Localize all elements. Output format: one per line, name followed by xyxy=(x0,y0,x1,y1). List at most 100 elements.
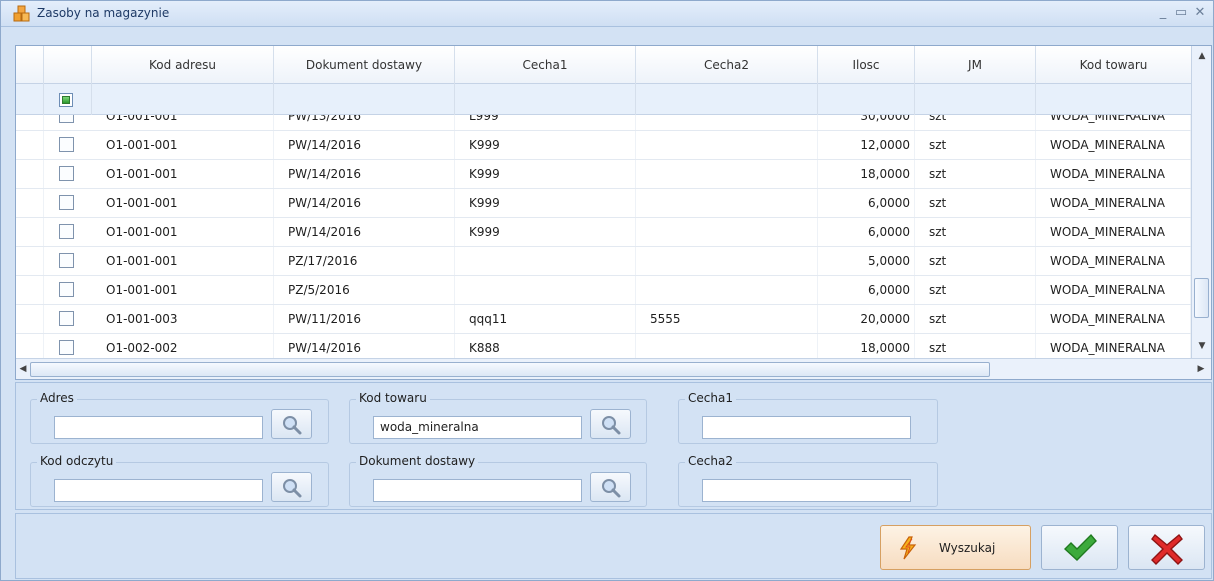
kod-towaru-search-button[interactable] xyxy=(590,409,631,439)
table-row[interactable]: O1-001-001 PZ/5/2016 6,0000 szt WODA_MINERAL… xyxy=(16,276,1191,305)
kod-odczytu-label: Kod odczytu xyxy=(37,454,117,468)
scroll-right-arrow-icon[interactable]: ▶ xyxy=(1194,361,1208,377)
filter-cell-ilosc[interactable] xyxy=(818,84,915,115)
column-header-cecha2[interactable]: Cecha2 xyxy=(636,46,818,84)
column-header-cecha1[interactable]: Cecha1 xyxy=(455,46,636,84)
cell-dokument: PW/14/2016 xyxy=(274,218,455,246)
window-title: Zasoby na magazynie xyxy=(37,6,170,20)
filter-cell-jm[interactable] xyxy=(915,84,1036,115)
cell-dokument: PZ/17/2016 xyxy=(274,247,455,275)
grid-header: Kod adresu Dokument dostawy Cecha1 Cecha… xyxy=(16,46,1191,84)
close-button[interactable]: ✕ xyxy=(1192,5,1208,21)
table-row[interactable]: O1-001-001 PW/14/2016 K999 6,0000 szt WODA_MI… xyxy=(16,189,1191,218)
cancel-button[interactable] xyxy=(1128,525,1205,570)
cell-kod-adresu: O1-001-001 xyxy=(92,131,274,159)
cecha2-input[interactable] xyxy=(702,479,911,502)
filter-cell-kod-towaru[interactable] xyxy=(1036,84,1191,115)
cell-jm: szt xyxy=(915,160,1036,188)
table-row[interactable]: O1-001-001 PZ/17/2016 5,0000 szt WODA_MINERA… xyxy=(16,247,1191,276)
dokument-dostawy-search-button[interactable] xyxy=(590,472,631,502)
row-indicator[interactable] xyxy=(16,334,44,358)
adres-input[interactable] xyxy=(54,416,263,439)
cecha2-label: Cecha2 xyxy=(685,454,736,468)
column-header-kod-towaru[interactable]: Kod towaru xyxy=(1036,46,1191,84)
cell-jm: szt xyxy=(915,334,1036,358)
column-header-kod-adresu[interactable]: Kod adresu xyxy=(92,46,274,84)
row-checkbox[interactable] xyxy=(59,137,74,152)
row-checkbox[interactable] xyxy=(59,340,74,355)
dialog-window: Zasoby na magazynie _ ▭ ✕ Kod adresu Dok… xyxy=(0,0,1214,581)
cell-cecha2 xyxy=(636,334,818,358)
row-indicator-header xyxy=(16,46,44,84)
cell-cecha1: qqq11 xyxy=(455,305,636,333)
row-checkbox[interactable] xyxy=(59,282,74,297)
kod-odczytu-input[interactable] xyxy=(54,479,263,502)
row-indicator[interactable] xyxy=(16,115,44,130)
row-checkbox[interactable] xyxy=(59,115,74,123)
row-indicator[interactable] xyxy=(16,218,44,246)
minimize-button[interactable]: _ xyxy=(1155,5,1171,21)
cell-dokument: PZ/5/2016 xyxy=(274,276,455,304)
row-checkbox[interactable] xyxy=(59,166,74,181)
magnifier-icon xyxy=(283,416,302,435)
row-checkbox[interactable] xyxy=(59,195,74,210)
column-header-ilosc[interactable]: Ilosc xyxy=(818,46,915,84)
cell-cecha2: 5555 xyxy=(636,305,818,333)
scroll-up-arrow-icon[interactable]: ▲ xyxy=(1192,48,1211,64)
table-row[interactable]: O1-001-001 PW/14/2016 K999 12,0000 szt WODA_M… xyxy=(16,131,1191,160)
wyszukaj-button[interactable]: Wyszukaj xyxy=(880,525,1031,570)
row-indicator[interactable] xyxy=(16,305,44,333)
adres-search-button[interactable] xyxy=(271,409,312,439)
row-checkbox[interactable] xyxy=(59,311,74,326)
cell-ilosc: 20,0000 xyxy=(818,305,915,333)
adres-label: Adres xyxy=(37,391,77,405)
cell-ilosc: 18,0000 xyxy=(818,334,915,358)
row-indicator[interactable] xyxy=(16,276,44,304)
filter-cell-checkbox xyxy=(44,84,92,115)
horizontal-scroll-thumb[interactable] xyxy=(30,362,990,377)
boxes-icon xyxy=(13,5,30,22)
cell-kod-towaru: WODA_MINERALNA xyxy=(1036,276,1191,304)
table-row[interactable]: O1-001-003 PW/11/2016 qqq11 5555 20,0000 szt W… xyxy=(16,305,1191,334)
row-indicator[interactable] xyxy=(16,247,44,275)
magnifier-icon xyxy=(602,479,621,498)
kod-towaru-input[interactable]: woda_mineralna xyxy=(373,416,582,439)
cell-dokument: PW/13/2016 xyxy=(274,115,455,130)
column-header-dokument-dostawy[interactable]: Dokument dostawy xyxy=(274,46,455,84)
table-row[interactable]: O1-001-001 PW/14/2016 K999 6,0000 szt WODA_MI… xyxy=(16,218,1191,247)
filter-cell-cecha1[interactable] xyxy=(455,84,636,115)
table-row[interactable]: O1-001-001 PW/13/2016 L999 30,0000 szt WODA_M… xyxy=(16,115,1191,131)
cell-cecha2 xyxy=(636,160,818,188)
kod-odczytu-search-button[interactable] xyxy=(271,472,312,502)
cell-jm: szt xyxy=(915,276,1036,304)
filter-cell-dokument[interactable] xyxy=(274,84,455,115)
cell-kod-towaru: WODA_MINERALNA xyxy=(1036,334,1191,358)
table-row[interactable]: O1-001-001 PW/14/2016 K999 18,0000 szt WODA_M… xyxy=(16,160,1191,189)
table-row[interactable]: O1-002-002 PW/14/2016 K888 18,0000 szt WODA_M… xyxy=(16,334,1191,358)
row-checkbox[interactable] xyxy=(59,253,74,268)
vertical-scroll-thumb[interactable] xyxy=(1194,278,1209,318)
scroll-down-arrow-icon[interactable]: ▼ xyxy=(1192,338,1211,354)
dokument-dostawy-input[interactable] xyxy=(373,479,582,502)
column-header-jm[interactable]: JM xyxy=(915,46,1036,84)
filter-row-indicator xyxy=(16,84,44,115)
checkmark-icon xyxy=(1063,533,1097,561)
cell-cecha2 xyxy=(636,247,818,275)
row-indicator[interactable] xyxy=(16,160,44,188)
filter-cell-cecha2[interactable] xyxy=(636,84,818,115)
cell-cecha2 xyxy=(636,131,818,159)
row-checkbox[interactable] xyxy=(59,224,74,239)
filter-cell-kod-adresu[interactable] xyxy=(92,84,274,115)
horizontal-scrollbar[interactable]: ◀ ▶ xyxy=(16,358,1211,379)
cecha1-input[interactable] xyxy=(702,416,911,439)
group-kod-odczytu: Kod odczytu xyxy=(30,454,329,507)
row-indicator[interactable] xyxy=(16,189,44,217)
scroll-left-arrow-icon[interactable]: ◀ xyxy=(16,361,30,377)
cell-kod-adresu: O1-001-001 xyxy=(92,247,274,275)
cell-cecha2 xyxy=(636,218,818,246)
ok-button[interactable] xyxy=(1041,525,1118,570)
vertical-scrollbar[interactable]: ▲ ▼ xyxy=(1191,46,1211,358)
maximize-button[interactable]: ▭ xyxy=(1173,5,1189,21)
cell-dokument: PW/14/2016 xyxy=(274,189,455,217)
row-indicator[interactable] xyxy=(16,131,44,159)
